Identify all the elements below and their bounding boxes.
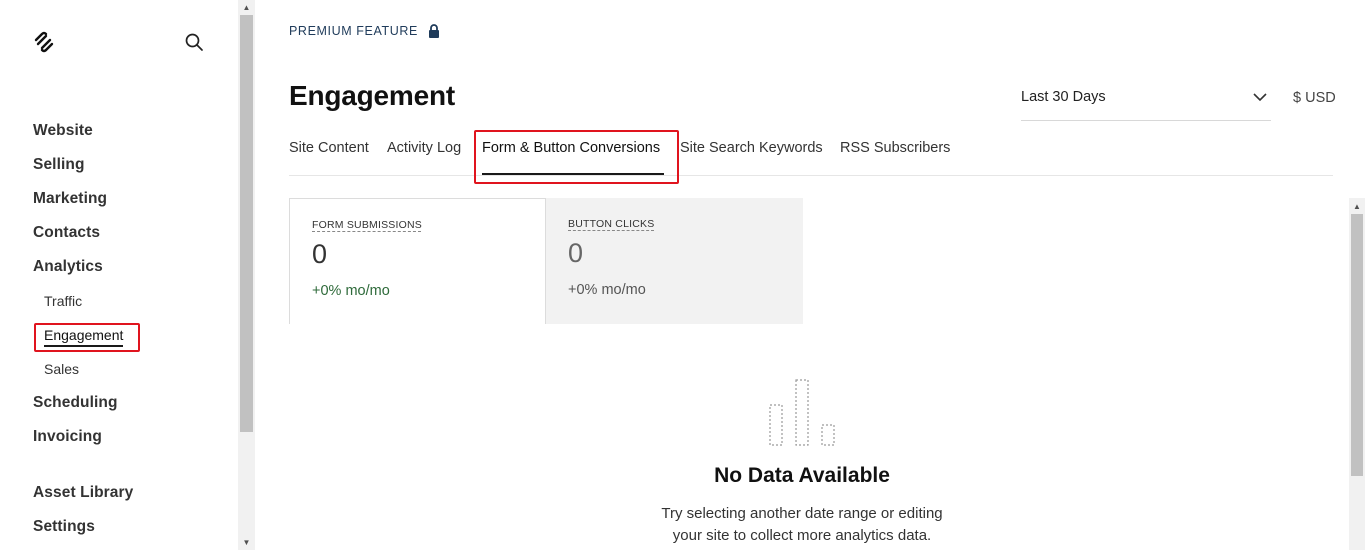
- metric-label: BUTTON CLICKS: [568, 218, 655, 230]
- squarespace-logo-icon[interactable]: [32, 30, 56, 54]
- sidebar-item-scheduling[interactable]: Scheduling: [33, 394, 118, 412]
- metric-card-button-clicks[interactable]: BUTTON CLICKS 0 +0% mo/mo: [546, 198, 803, 324]
- chevron-down-icon: [1253, 93, 1267, 102]
- metric-value: 0: [312, 239, 328, 269]
- metric-label: FORM SUBMISSIONS: [312, 219, 422, 231]
- tab-site-content[interactable]: Site Content: [289, 140, 369, 156]
- tab-form-button-conversions[interactable]: Form & Button Conversions: [482, 140, 660, 156]
- tab-activity-log[interactable]: Activity Log: [387, 140, 461, 156]
- sidebar-item-engagement[interactable]: Engagement: [44, 327, 124, 347]
- sidebar-scroll-down-icon[interactable]: ▼: [238, 535, 255, 550]
- main-scrollbar-thumb[interactable]: [1351, 214, 1363, 476]
- empty-state-description: Try selecting another date range or edit…: [602, 503, 1002, 547]
- sidebar-item-invoicing[interactable]: Invoicing: [33, 428, 102, 446]
- empty-state-title: No Data Available: [714, 464, 890, 487]
- currency-label: $ USD: [1293, 90, 1336, 106]
- sidebar-item-traffic[interactable]: Traffic: [44, 293, 82, 309]
- search-icon[interactable]: [184, 32, 204, 52]
- premium-feature-badge: PREMIUM FEATURE: [289, 24, 440, 38]
- date-range-select[interactable]: Last 30 Days: [1021, 86, 1271, 121]
- metric-value: 0: [568, 238, 584, 268]
- sidebar-item-sales[interactable]: Sales: [44, 361, 79, 377]
- sidebar-item-marketing[interactable]: Marketing: [33, 190, 107, 208]
- sidebar-item-analytics[interactable]: Analytics: [33, 258, 103, 276]
- sidebar-item-asset-library[interactable]: Asset Library: [33, 484, 133, 502]
- tab-site-search-keywords[interactable]: Site Search Keywords: [680, 140, 823, 156]
- sidebar-item-contacts[interactable]: Contacts: [33, 224, 100, 242]
- sidebar-item-settings[interactable]: Settings: [33, 518, 95, 536]
- sidebar-scrollbar-thumb[interactable]: [240, 15, 253, 432]
- tab-bar: Site Content Activity Log Form & Button …: [289, 130, 1333, 176]
- empty-state-line-1: Try selecting another date range or edit…: [661, 505, 943, 522]
- sidebar-item-selling[interactable]: Selling: [33, 156, 85, 174]
- empty-chart-icon: [769, 379, 835, 446]
- empty-state-line-2: your site to collect more analytics data…: [672, 527, 932, 544]
- main-scroll-up-icon[interactable]: ▲: [1349, 199, 1365, 214]
- tab-rss-subscribers[interactable]: RSS Subscribers: [840, 140, 950, 156]
- metric-delta: +0% mo/mo: [312, 283, 390, 299]
- page-title: Engagement: [289, 80, 456, 111]
- sidebar-item-website[interactable]: Website: [33, 122, 93, 140]
- metric-delta: +0% mo/mo: [568, 282, 646, 298]
- metric-card-form-submissions[interactable]: FORM SUBMISSIONS 0 +0% mo/mo: [289, 198, 546, 324]
- sidebar: Website Selling Marketing Contacts Analy…: [0, 0, 238, 550]
- date-range-value: Last 30 Days: [1021, 89, 1106, 105]
- lock-icon: [428, 24, 439, 38]
- premium-feature-label: PREMIUM FEATURE: [289, 24, 418, 38]
- active-tab-underline: [482, 173, 664, 175]
- sidebar-scroll-up-icon[interactable]: ▲: [238, 0, 255, 15]
